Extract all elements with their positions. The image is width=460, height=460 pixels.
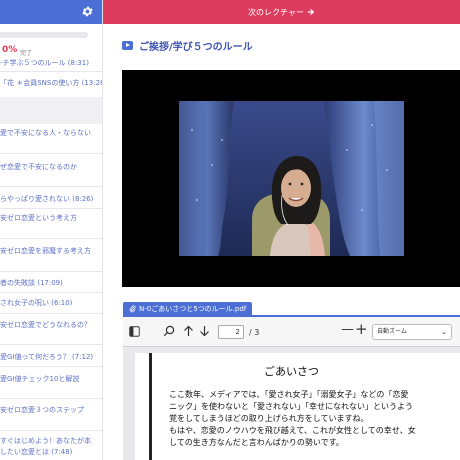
divider [0, 366, 102, 367]
sidebar-section-header [0, 97, 102, 124]
arrow-right-icon [307, 8, 315, 16]
sidebar-item[interactable]: 安ゼロ恋愛を邪魔する考え方 [0, 246, 102, 257]
pdf-viewer: 2 / 3 — + 自動ズーム ⌄ ごあいさつ ここ数年、メディアでは、「愛され… [123, 315, 460, 460]
pdf-text-line: 覚をしてしまうほどの取り上げられ方をしていますね。 [169, 414, 369, 423]
lecture-page: 0% 完了 -チ学ぶ５つのルール (8:31) 「花 ＊会員SNSの使い方 (1… [0, 0, 460, 460]
video-frame [179, 101, 404, 256]
divider [0, 186, 102, 187]
divider [0, 153, 102, 154]
attachment-filename: N-0ごあいさつと5つのルール.pdf [139, 305, 247, 313]
page-total: / 3 [249, 328, 260, 337]
zoom-select-value: 自動ズーム [377, 328, 407, 335]
sidebar-item[interactable]: 愛GI値チェック10と解説 [0, 374, 102, 385]
zoom-in-icon[interactable]: + [355, 320, 368, 338]
divider [0, 271, 102, 272]
progress-label: 完了 [20, 50, 33, 57]
lecture-title: ご挨拶/学び５つのルール [139, 42, 253, 53]
pdf-toolbar: 2 / 3 — + 自動ズーム ⌄ [123, 317, 460, 347]
sidebar-item[interactable]: 愛GI値って何だろう？ (7:12) [0, 352, 102, 363]
pdf-text-line: ここ数年、メディアでは、「愛され女子」「溺愛女子」などの「恋愛 [169, 390, 409, 399]
sidebar-item[interactable]: すぐはじめよう！あなたが本 [0, 436, 102, 447]
sidebar-item[interactable]: 「花 ＊会員SNSの使い方 (13:28) [0, 78, 102, 89]
chevron-down-icon: ⌄ [441, 328, 447, 336]
sidebar-item[interactable]: ぜ恋愛で不安になるのか [0, 162, 102, 173]
sidebar-item[interactable]: 者の失敗談 (17:09) [0, 278, 102, 289]
sidebar-item[interactable]: 安ゼロ恋愛でどうなれるの？ [0, 320, 102, 331]
lecture-header: ご挨拶/学び５つのルール [122, 38, 253, 53]
sidebar-item[interactable]: され女子の呪い (6:10) [0, 298, 102, 309]
arrow-up-icon[interactable] [183, 325, 194, 337]
divider [0, 238, 102, 239]
sidebar-item[interactable]: 安ゼロ恋愛３つのステップ [0, 405, 102, 416]
sidebar-toggle-icon[interactable] [129, 326, 140, 337]
next-lecture-button[interactable]: 次のレクチャー [248, 7, 315, 18]
sidebar-item[interactable]: 愛で不安になる人・ならない [0, 128, 102, 139]
gear-icon[interactable] [81, 5, 94, 18]
sidebar-item[interactable]: -チ学ぶ５つのルール (8:31) [0, 58, 102, 69]
top-bar: 次のレクチャー [103, 0, 460, 24]
divider [0, 208, 102, 209]
pdf-text-line: しての生き方なんだと言わんばかりの勢いです。 [169, 438, 344, 447]
zoom-select[interactable]: 自動ズーム ⌄ [372, 324, 452, 340]
sidebar-header [0, 0, 102, 24]
divider [0, 344, 102, 345]
attachment-tab[interactable]: N-0ごあいさつと5つのルール.pdf [123, 302, 253, 316]
page-number-input[interactable]: 2 [218, 325, 244, 339]
divider [0, 292, 102, 293]
sidebar-item[interactable]: したい恋愛とは (7:48) [0, 447, 102, 458]
pdf-text-line: ニック」を使わないと「愛されない」「幸せになれない」というよう [169, 402, 413, 411]
progress-bar [0, 32, 88, 38]
pdf-heading: ごあいさつ [264, 365, 319, 378]
search-icon[interactable] [163, 325, 175, 337]
divider [0, 398, 102, 399]
divider [0, 71, 102, 72]
video-play-icon [122, 41, 133, 50]
sidebar-item[interactable]: 安ゼロ恋愛という考え方 [0, 213, 102, 224]
zoom-out-icon[interactable]: — [341, 322, 354, 337]
divider [0, 430, 102, 431]
pdf-text-line: もはや、恋愛のノウハウを飛び越えて、これが女性としての幸せ、女 [169, 426, 416, 435]
course-sidebar: 0% 完了 -チ学ぶ５つのルール (8:31) 「花 ＊会員SNSの使い方 (1… [0, 0, 103, 460]
course-progress: 0% 完了 [0, 24, 102, 60]
sidebar-item[interactable]: らやっぱり愛されない (8:26) [0, 194, 102, 205]
next-lecture-label: 次のレクチャー [248, 7, 304, 17]
arrow-down-icon[interactable] [199, 325, 210, 337]
video-player[interactable] [122, 70, 460, 287]
progress-percent: 0% [2, 45, 18, 55]
divider [0, 313, 102, 314]
paperclip-icon [129, 305, 136, 313]
